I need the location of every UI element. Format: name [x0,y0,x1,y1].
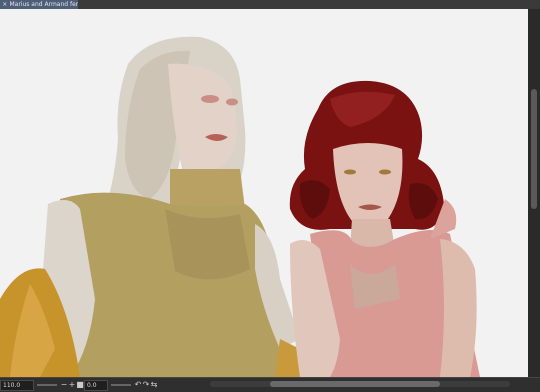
rotation-slider[interactable] [111,384,131,386]
rotate-right-icon[interactable]: ↷ [142,380,150,390]
horizontal-scrollbar[interactable] [210,381,510,387]
document-tab-title: Marius and Armand fem* [9,0,78,8]
fit-icon[interactable]: ■ [76,380,84,390]
close-icon[interactable]: × [2,1,7,8]
flip-icon[interactable]: ⇆ [150,380,158,390]
vertical-scrollbar-thumb[interactable] [531,89,537,209]
canvas-viewport[interactable] [0,9,528,377]
status-bar: 110.0 − + ■ 0.0 ↶ ↷ ⇆ [0,377,540,392]
document-tab[interactable]: × Marius and Armand fem* [0,0,78,9]
zoom-slider[interactable] [37,384,57,386]
document-tab-bar: × Marius and Armand fem* [0,0,540,9]
rotate-left-icon[interactable]: ↶ [134,380,142,390]
artwork-canvas[interactable] [0,9,528,377]
zoom-level-field[interactable]: 110.0 [0,379,34,391]
rotation-field[interactable]: 0.0 [84,379,108,391]
vertical-scrollbar[interactable] [528,9,540,377]
zoom-in-button[interactable]: + [68,380,76,390]
horizontal-scrollbar-thumb[interactable] [270,381,440,387]
zoom-out-button[interactable]: − [60,380,68,390]
